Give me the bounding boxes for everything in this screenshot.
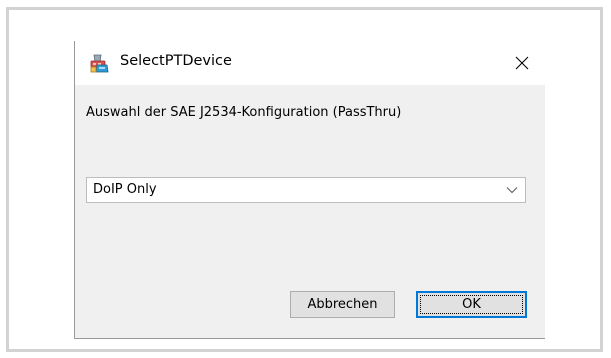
window-title: SelectPTDevice: [120, 53, 232, 69]
selected-configuration-value: DoIP Only: [93, 182, 157, 197]
passthru-configuration-select[interactable]: DoIP Only: [86, 177, 526, 203]
configuration-prompt-label: Auswahl der SAE J2534-Konfiguration (Pas…: [86, 105, 402, 120]
app-icon: [88, 52, 110, 74]
select-pt-device-dialog: SelectPTDevice Auswahl der SAE J2534-Kon…: [74, 41, 545, 339]
close-button[interactable]: [499, 41, 545, 85]
ok-button[interactable]: OK: [416, 291, 527, 318]
title-bar[interactable]: SelectPTDevice: [75, 41, 545, 85]
chevron-down-icon: [506, 187, 518, 194]
cancel-button[interactable]: Abbrechen: [290, 291, 395, 318]
cancel-button-label: Abbrechen: [307, 297, 378, 312]
ok-button-label: OK: [462, 297, 481, 312]
close-icon: [515, 56, 529, 70]
